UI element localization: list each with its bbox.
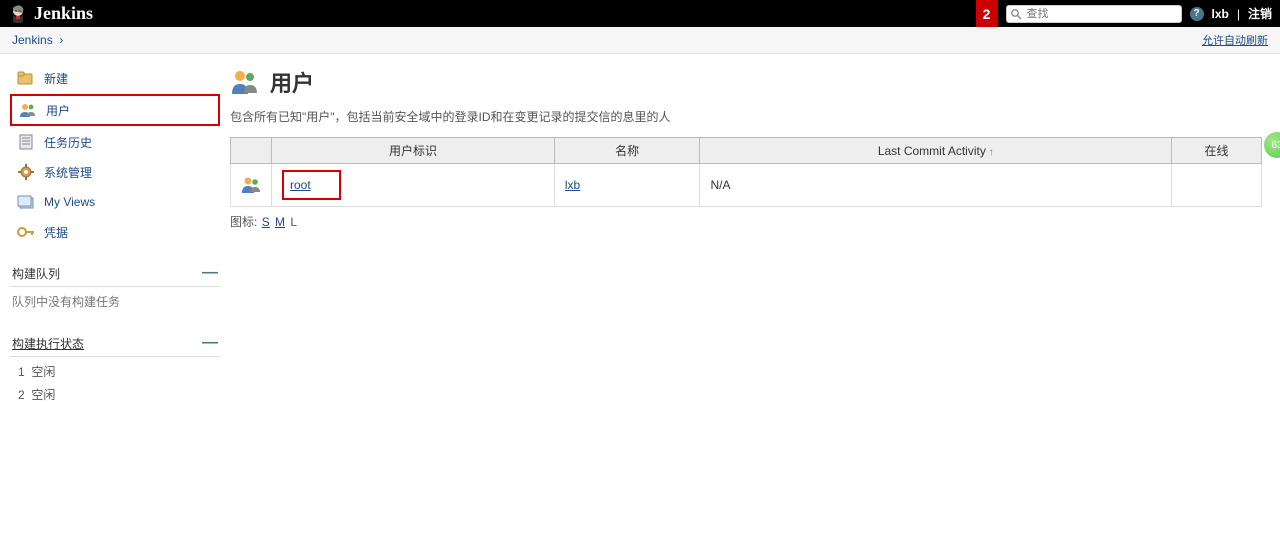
views-icon — [16, 192, 36, 212]
users-icon — [18, 100, 38, 120]
page-title-text: 用户 — [270, 66, 314, 98]
user-name-cell: lxb — [554, 164, 700, 207]
sidebar-item-myviews[interactable]: My Views — [10, 188, 220, 216]
executor-row: 2 空闲 — [10, 383, 220, 406]
sidebar-item-label: My Views — [44, 195, 95, 209]
auto-refresh-link[interactable]: 允许自动刷新 — [1202, 35, 1268, 47]
icon-size-m[interactable]: M — [275, 215, 285, 229]
user-icon-cell — [231, 164, 272, 207]
sidebar-item-label: 新建 — [44, 70, 68, 87]
current-user-link[interactable]: lxb — [1212, 7, 1229, 21]
users-table: 用户标识 名称 Last Commit Activity 在线 root lxb — [230, 137, 1262, 207]
notification-badge[interactable]: 2 — [976, 0, 998, 27]
sidebar-item-new[interactable]: 新建 — [10, 64, 220, 92]
online-cell — [1172, 164, 1262, 207]
breadcrumb-right: 允许自动刷新 — [1202, 32, 1268, 48]
executor-state: 空闲 — [31, 388, 55, 402]
build-queue-body: 队列中没有构建任务 — [10, 287, 220, 316]
col-last-commit[interactable]: Last Commit Activity — [700, 138, 1172, 164]
executor-num: 1 — [18, 365, 25, 379]
executor-state: 空闲 — [31, 365, 55, 379]
icon-size-row: 图标: S M L — [230, 213, 1262, 230]
last-commit-cell: N/A — [700, 164, 1172, 207]
help-icon[interactable]: ? — [1190, 7, 1204, 21]
collapse-icon[interactable]: — — [202, 264, 218, 282]
users-icon — [230, 67, 260, 97]
sidebar-item-label: 凭据 — [44, 224, 68, 241]
sidebar-item-credentials[interactable]: 凭据 — [10, 218, 220, 246]
breadcrumb-item[interactable]: Jenkins — [12, 33, 53, 47]
page-title: 用户 — [230, 66, 1262, 98]
breadcrumb-left: Jenkins › — [12, 33, 63, 47]
new-icon — [16, 68, 36, 88]
breadcrumb: Jenkins › 允许自动刷新 — [0, 27, 1280, 54]
executor-status-panel: 构建执行状态 — 1 空闲 2 空闲 — [10, 330, 220, 409]
sidebar-item-label: 用户 — [46, 102, 70, 119]
user-id-cell: root — [272, 164, 555, 207]
table-row: root lxb N/A — [231, 164, 1262, 207]
search-icon — [1010, 8, 1022, 20]
icon-size-s[interactable]: S — [262, 215, 270, 229]
logout-link[interactable]: 注销 — [1248, 5, 1272, 22]
executor-status-title[interactable]: 构建执行状态 — [12, 335, 84, 352]
sidebar-item-label: 任务历史 — [44, 134, 92, 151]
header-divider: | — [1237, 7, 1240, 21]
search-box — [1006, 5, 1182, 23]
sidebar: 新建 用户 任务历史 系统管理 My Views 凭据 构建队列 — 队列中 — [0, 54, 230, 417]
page-description: 包含所有已知"用户"，包括当前安全域中的登录ID和在变更记录的提交信的息里的人 — [230, 108, 1262, 125]
sidebar-item-users[interactable]: 用户 — [10, 94, 220, 126]
logo-link[interactable]: Jenkins — [8, 3, 93, 24]
user-name-link[interactable]: lxb — [565, 178, 580, 192]
executor-row: 1 空闲 — [10, 360, 220, 383]
gear-icon — [16, 162, 36, 182]
main-content: 用户 包含所有已知"用户"，包括当前安全域中的登录ID和在变更记录的提交信的息里… — [230, 54, 1280, 417]
jenkins-logo-icon — [8, 4, 28, 24]
col-name[interactable]: 名称 — [554, 138, 700, 164]
user-id-link[interactable]: root — [282, 170, 341, 200]
breadcrumb-separator: › — [56, 33, 63, 47]
executor-num: 2 — [18, 388, 25, 402]
logo-text: Jenkins — [34, 3, 93, 24]
collapse-icon[interactable]: — — [202, 334, 218, 352]
header-right: 2 ? lxb | 注销 — [976, 0, 1272, 27]
col-icon[interactable] — [231, 138, 272, 164]
icon-size-label: 图标: — [230, 215, 257, 229]
icon-size-l[interactable]: L — [290, 215, 297, 229]
col-user-id[interactable]: 用户标识 — [272, 138, 555, 164]
search-input[interactable] — [1006, 5, 1182, 23]
col-online[interactable]: 在线 — [1172, 138, 1262, 164]
sidebar-item-label: 系统管理 — [44, 164, 92, 181]
top-header: Jenkins 2 ? lxb | 注销 — [0, 0, 1280, 27]
history-icon — [16, 132, 36, 152]
sidebar-item-history[interactable]: 任务历史 — [10, 128, 220, 156]
sidebar-item-manage[interactable]: 系统管理 — [10, 158, 220, 186]
credentials-icon — [16, 222, 36, 242]
build-queue-panel: 构建队列 — 队列中没有构建任务 — [10, 260, 220, 316]
build-queue-title[interactable]: 构建队列 — [12, 265, 60, 282]
